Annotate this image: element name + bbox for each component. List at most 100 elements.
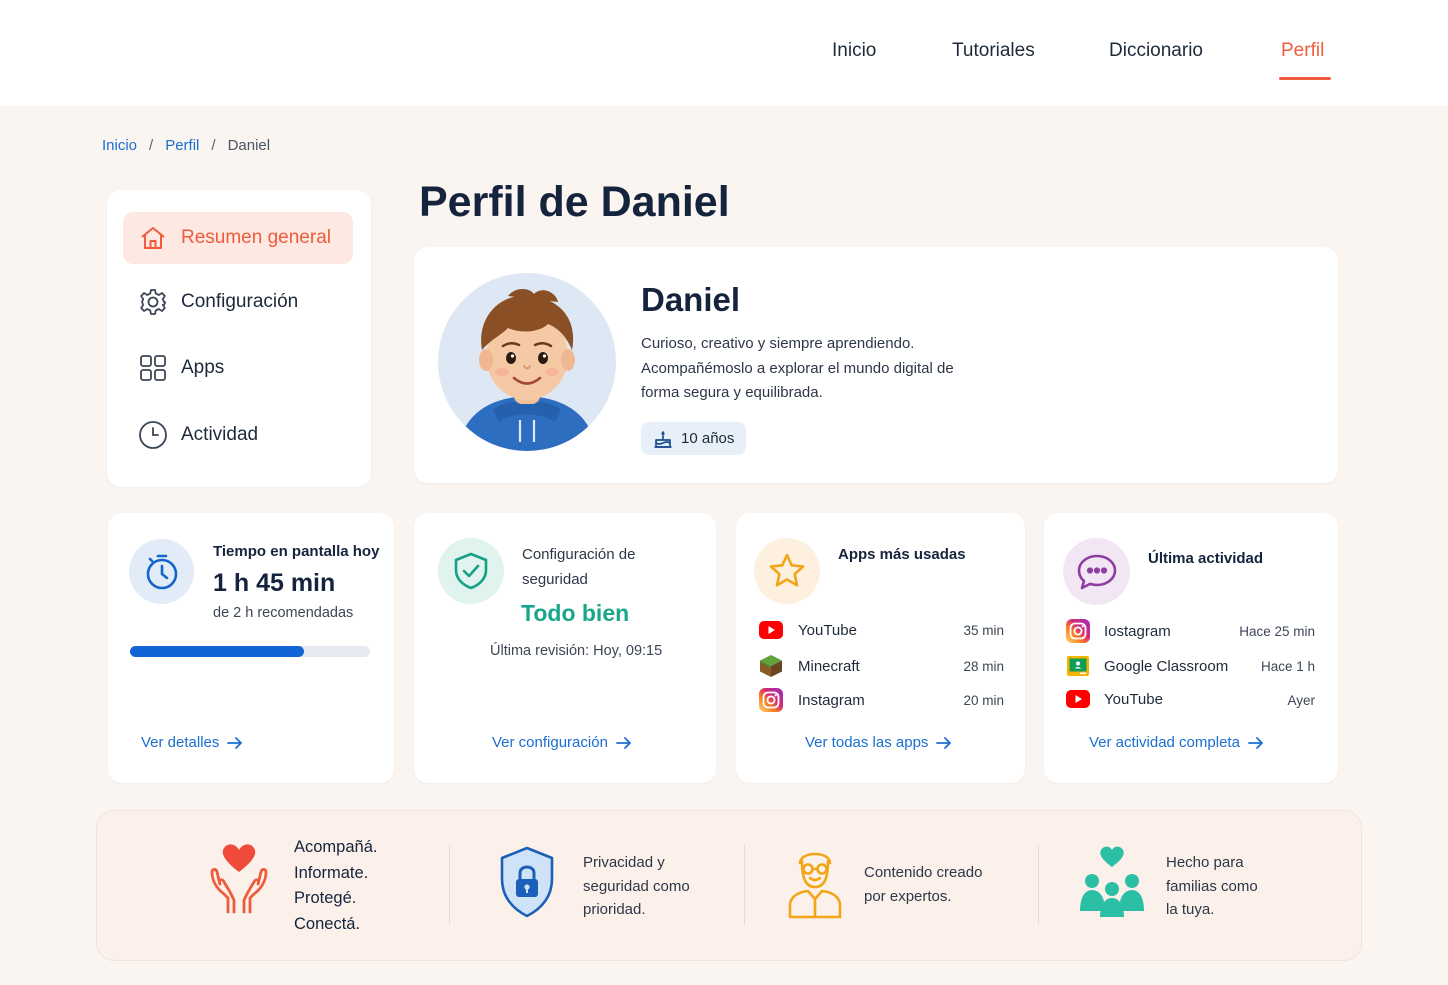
gear-icon [137, 286, 169, 318]
google-classroom-icon [1066, 654, 1090, 678]
cake-icon [653, 429, 673, 449]
footer-line: por expertos. [864, 887, 952, 905]
screen-time-subtitle: de 2 h recomendadas [213, 605, 354, 621]
family-icon [1080, 843, 1144, 917]
arrow-right-icon [616, 736, 632, 750]
footer-line: Protegé. [294, 889, 357, 907]
footer-line: la tuya. [1166, 901, 1215, 918]
arrow-right-icon [227, 736, 243, 750]
activity-time: Ayer [1287, 693, 1315, 708]
ver-configuracion-link[interactable]: Ver configuración [492, 734, 632, 751]
link-label: Ver todas las apps [805, 734, 929, 751]
ver-todas-las-apps-link[interactable]: Ver todas las apps [805, 734, 952, 751]
screen-time-title: Tiempo en pantalla hoy [213, 543, 380, 560]
app-name: Instagram [798, 691, 865, 709]
breadcrumb-current: Daniel [227, 137, 271, 154]
nav-perfil[interactable]: Perfil [1281, 40, 1324, 62]
shield-check-icon [438, 538, 504, 604]
clock-icon [137, 419, 169, 451]
age-badge: 10 años [641, 422, 747, 455]
chat-bubble-icon [1063, 538, 1130, 605]
top-app-row[interactable]: Instagram 20 min [759, 688, 1004, 712]
arrow-right-icon [936, 736, 952, 750]
activity-row[interactable]: Iostagram Hace 25 min [1066, 619, 1315, 643]
breadcrumb-separator: / [149, 137, 154, 154]
app-name: Minecraft [798, 657, 860, 675]
star-icon [754, 538, 820, 604]
footer-divider [744, 845, 745, 925]
security-status: Todo bien [521, 600, 630, 626]
timer-icon [129, 539, 194, 604]
ver-actividad-completa-link[interactable]: Ver actividad completa [1089, 734, 1264, 751]
screen-time-progress-fill [130, 646, 304, 657]
nav-active-indicator [1279, 77, 1331, 80]
activity-app-name: YouTube [1104, 690, 1163, 708]
home-icon [137, 222, 169, 254]
footer-line: Acompañá. [294, 838, 378, 856]
activity-time: Hace 25 min [1239, 623, 1315, 639]
nav-inicio[interactable]: Inicio [832, 40, 876, 62]
footer-line: Informate. [294, 863, 369, 882]
profile-name: Daniel [641, 281, 741, 318]
avatar [438, 270, 616, 454]
footer-text-hecho-para: Hecho para familias como la tuya. [1166, 851, 1258, 922]
sidebar: Resumen general Configuración Apps Activ… [107, 190, 371, 487]
age-label: 10 años [681, 430, 735, 447]
activity-app-name: Google Classroom [1104, 657, 1229, 675]
grid-icon [137, 352, 169, 384]
activity-row[interactable]: Google Classroom Hace 1 h [1066, 654, 1315, 678]
top-app-row[interactable]: YouTube 35 min [759, 618, 1004, 642]
sidebar-item-actividad[interactable]: Actividad [123, 409, 353, 461]
breadcrumb: Inicio / Perfil / Daniel [102, 137, 270, 154]
footer-line: Hecho para [1166, 854, 1244, 871]
link-label: Ver actividad completa [1089, 734, 1240, 751]
expert-icon [786, 845, 844, 919]
instagram-icon [759, 688, 783, 712]
breadcrumb-perfil[interactable]: Perfil [165, 137, 199, 154]
sidebar-item-apps[interactable]: Apps [123, 342, 353, 394]
nav-tutoriales[interactable]: Tutoriales [952, 40, 1035, 62]
top-navigation-bar: Inicio Tutoriales Diccionario Perfil [0, 0, 1448, 106]
instagram-icon [1066, 619, 1090, 643]
security-title: Configuración de seguridad [522, 546, 636, 588]
footer-text-privacidad: Privacidad y seguridad como prioridad. [583, 851, 690, 922]
sidebar-item-label: Actividad [181, 424, 259, 445]
sidebar-item-configuracion[interactable]: Configuración [123, 276, 353, 328]
breadcrumb-inicio[interactable]: Inicio [102, 137, 137, 154]
sidebar-item-label: Configuración [181, 291, 299, 312]
activity-row[interactable]: YouTube Ayer [1066, 687, 1315, 711]
footer-divider [1038, 845, 1039, 925]
top-app-row[interactable]: Minecraft 28 min [759, 654, 1004, 678]
activity-time: Hace 1 h [1260, 658, 1315, 674]
nav-diccionario[interactable]: Diccionario [1109, 40, 1203, 62]
footer-divider [449, 845, 450, 925]
footer-line: prioridad. [583, 901, 646, 918]
profile-description: Curioso, creativo y siempre aprendiendo.… [641, 335, 954, 401]
screen-time-value: 1 h 45 min [213, 569, 336, 597]
youtube-icon [1066, 687, 1090, 711]
ver-detalles-link[interactable]: Ver detalles [141, 734, 243, 751]
last-activity-title: Última actividad [1148, 550, 1264, 567]
sidebar-item-label: Apps [181, 357, 225, 378]
arrow-right-icon [1248, 736, 1264, 750]
footer-text-contenido: Contenido creado por expertos. [864, 861, 982, 908]
app-time: 20 min [963, 692, 1004, 708]
footer-text-acompana: Acompañá. Informate. Protegé. Conectá. [294, 835, 377, 937]
footer-line: familias como [1166, 877, 1258, 895]
sidebar-item-resumen-general[interactable]: Resumen general [123, 212, 353, 264]
youtube-icon [759, 618, 783, 642]
app-time: 28 min [963, 658, 1004, 674]
screen-time-progress-track [130, 646, 370, 657]
minecraft-icon [759, 654, 783, 678]
activity-app-name: Iostagram [1104, 622, 1171, 640]
app-name: YouTube [798, 621, 857, 639]
breadcrumb-separator: / [211, 137, 216, 154]
app-time: 35 min [963, 622, 1004, 638]
footer-line: seguridad como [583, 877, 690, 895]
footer-line: Contenido creado [864, 864, 983, 881]
heart-hands-icon [206, 842, 272, 916]
link-label: Ver detalles [141, 734, 220, 751]
page-title: Perfil de Daniel [419, 178, 730, 226]
shield-lock-icon [497, 845, 557, 919]
security-last-review: Última revisión: Hoy, 09:15 [490, 643, 663, 659]
